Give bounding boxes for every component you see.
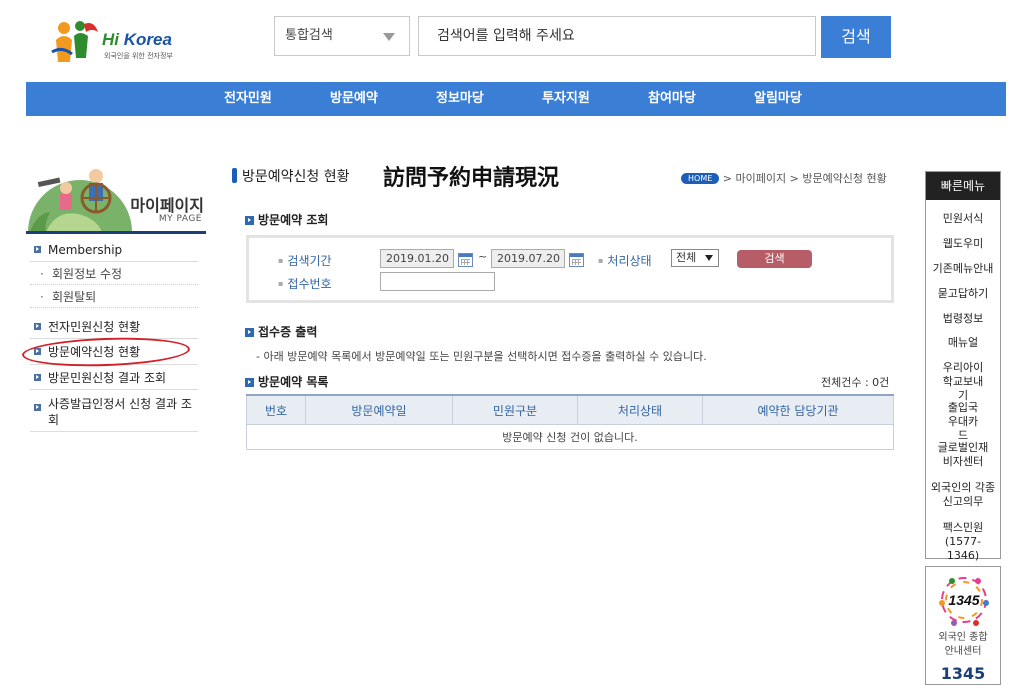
quick-item-qna[interactable]: 묻고답하기	[926, 287, 1000, 301]
arrow-bullet-icon	[34, 322, 41, 330]
sidebar-subitem-edit-profile[interactable]: 회원정보 수정	[30, 263, 198, 285]
receipt-number-label: 접수번호	[278, 275, 331, 292]
breadcrumb-separator: >	[722, 172, 732, 185]
nav-item-participation[interactable]: 참여마당	[648, 82, 696, 116]
sidebar-item-visa-certificate-result[interactable]: 사증발급인정서 신청 결과 조회	[30, 392, 198, 432]
quick-item-fax[interactable]: 팩스민원 (1577-1346)	[926, 521, 1000, 563]
chevron-down-icon	[383, 33, 395, 41]
breadcrumb-home[interactable]: HOME	[681, 173, 720, 184]
table-header-row: 번호 방문예약일 민원구분 처리상태 예약한 담당기관	[246, 394, 894, 425]
chevron-down-icon	[705, 255, 713, 261]
search-scope-value: 통합검색	[285, 28, 333, 43]
reservation-table: 번호 방문예약일 민원구분 처리상태 예약한 담당기관 방문예약 신청 건이 없…	[246, 394, 894, 450]
section-title-receipt: 접수증 출력	[245, 323, 317, 340]
sidebar-item-membership[interactable]: Membership	[30, 239, 198, 262]
quick-item-global-visa[interactable]: 글로벌인재 비자센터	[926, 441, 1000, 469]
search-input[interactable]: 검색어를 입력해 주세요	[418, 16, 816, 56]
globe-illustration-icon	[28, 169, 132, 232]
total-count: 전체건수 : 0건	[821, 376, 890, 389]
receipt-description: - 아래 방문예약 목록에서 방문예약일 또는 민원구분을 선택하시면 접수증을…	[256, 350, 707, 363]
main-navigation: 전자민원 방문예약 정보마당 투자지원 참여마당 알림마당	[26, 82, 1006, 116]
breadcrumb-item: 방문예약신청 현황	[802, 172, 887, 185]
column-header-agency: 예약한 담당기관	[702, 394, 894, 425]
breadcrumb-item[interactable]: 마이페이지	[736, 172, 787, 185]
receipt-number-input[interactable]	[380, 272, 495, 291]
breadcrumb: HOME > 마이페이지 > 방문예약신청 현황	[681, 170, 887, 186]
sidebar-item-label: Membership	[48, 243, 123, 257]
help-center-logo-icon: 1345	[939, 577, 989, 626]
breadcrumb-separator: >	[789, 172, 799, 185]
search-scope-select[interactable]: 통합검색	[274, 16, 410, 56]
calendar-icon[interactable]	[458, 253, 473, 267]
quick-item-manual[interactable]: 매뉴얼	[926, 336, 1000, 350]
arrow-bullet-icon	[245, 216, 254, 225]
nav-item-visit-reservation[interactable]: 방문예약	[330, 82, 378, 116]
page-title-text: 방문예약신청 현황	[242, 169, 350, 185]
hikorea-logo[interactable]: Hi Korea 외국인을 위한 전자정부	[50, 18, 190, 64]
quick-item-school[interactable]: 우리아이 학교보내기	[926, 361, 1000, 403]
date-range-separator: ~	[478, 250, 488, 263]
sidebar-item-label: 사증발급인정서 신청 결과 조회	[48, 397, 192, 427]
help-badge-text: 1345	[948, 592, 979, 608]
arrow-bullet-icon	[245, 328, 254, 337]
logo-people-icon	[51, 21, 98, 62]
table-row: 방문예약 신청 건이 없습니다.	[246, 424, 894, 450]
quick-item-priority-card[interactable]: 출입국 우대카드	[926, 401, 1000, 443]
period-label: 검색기간	[278, 252, 331, 269]
banner-divider	[26, 231, 206, 234]
mypage-subtitle: MY PAGE	[158, 214, 202, 224]
logo-tagline: 외국인을 위한 전자정부	[104, 52, 173, 60]
logo-brand: Hi Korea	[102, 30, 172, 49]
nav-item-civil-service[interactable]: 전자민원	[224, 82, 272, 116]
sidebar-item-e-civil-status[interactable]: 전자민원신청 현황	[30, 315, 198, 339]
sidebar-subitem-withdraw[interactable]: 회원탈퇴	[30, 286, 198, 308]
nav-item-notice[interactable]: 알림마당	[754, 82, 802, 116]
quick-item-law-info[interactable]: 법령정보	[926, 312, 1000, 326]
quick-item-report-duty[interactable]: 외국인의 각종 신고의무	[926, 481, 1000, 509]
arrow-bullet-icon	[245, 378, 254, 387]
page-title: 방문예약신청 현황	[232, 166, 350, 186]
mypage-title: 마이페이지	[130, 196, 204, 215]
arrow-bullet-icon	[34, 246, 41, 253]
help-center-line2: 안내센터	[944, 646, 982, 657]
date-to-field[interactable]: 2019.07.20	[491, 249, 565, 268]
search-button[interactable]: 검색	[821, 16, 891, 58]
calendar-icon[interactable]	[569, 253, 584, 267]
quick-item-legacy-menu[interactable]: 기존메뉴안내	[926, 262, 1000, 276]
date-from-field[interactable]: 2019.01.20	[380, 249, 454, 268]
section-title-search: 방문예약 조회	[245, 211, 328, 228]
quick-item-forms[interactable]: 민원서식	[926, 212, 1000, 226]
sidebar-item-label: 방문민원신청 결과 조회	[48, 371, 167, 385]
arrow-bullet-icon	[34, 404, 41, 411]
column-header-visit-date: 방문예약일	[305, 394, 453, 425]
quick-menu-title: 빠른메뉴	[926, 172, 1000, 200]
empty-message: 방문예약 신청 건이 없습니다.	[246, 424, 894, 450]
status-select-value: 전체	[676, 251, 697, 264]
column-header-civil-type: 민원구분	[452, 394, 578, 425]
nav-item-investment[interactable]: 투자지원	[542, 82, 590, 116]
sidebar-item-visit-civil-result[interactable]: 방문민원신청 결과 조회	[30, 366, 198, 390]
help-center-line1: 외국인 종합	[938, 632, 988, 643]
section-title-text: 접수증 출력	[258, 325, 318, 339]
nav-item-information[interactable]: 정보마당	[436, 82, 484, 116]
reservation-search-button[interactable]: 검색	[737, 250, 812, 268]
help-center-number: 1345	[940, 664, 986, 683]
column-header-number: 번호	[246, 394, 306, 425]
page-title-hanja: 訪問予約申請現況	[383, 165, 560, 191]
arrow-bullet-icon	[34, 373, 41, 381]
quick-menu: 빠른메뉴 민원서식 웹도우미 기존메뉴안내 묻고답하기 법령정보 매뉴얼 우리아…	[925, 171, 1001, 562]
section-title-list: 방문예약 목록	[245, 373, 328, 390]
mypage-banner: 마이페이지 MY PAGE	[26, 152, 206, 234]
status-select[interactable]: 전체	[671, 249, 719, 267]
status-label: 처리상태	[598, 252, 651, 269]
column-header-status: 처리상태	[577, 394, 703, 425]
foreigner-help-center[interactable]: 1345 외국인 종합 안내센터 1345	[925, 566, 1001, 685]
search-panel	[246, 235, 894, 303]
sidebar-item-label: 전자민원신청 현황	[48, 320, 141, 334]
section-title-text: 방문예약 조회	[258, 213, 329, 227]
section-title-text: 방문예약 목록	[258, 375, 329, 389]
quick-item-web-helper[interactable]: 웹도우미	[926, 237, 1000, 251]
title-bar-icon	[232, 168, 237, 183]
